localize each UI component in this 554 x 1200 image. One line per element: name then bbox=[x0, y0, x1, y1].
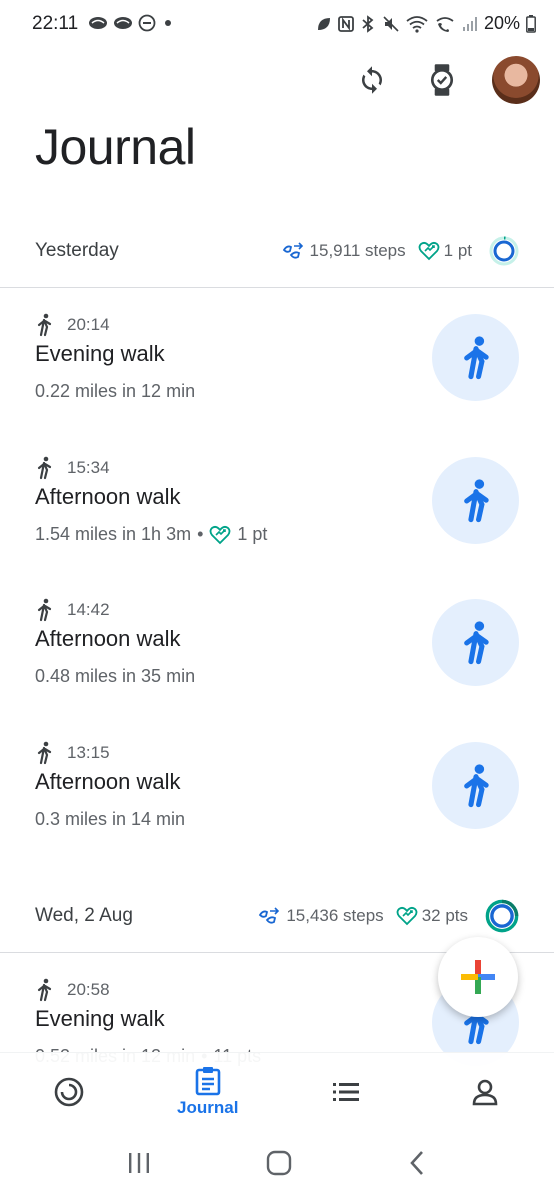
nav-home[interactable] bbox=[0, 1053, 139, 1130]
page-title: Journal bbox=[35, 119, 196, 175]
heart-points-icon bbox=[418, 241, 440, 261]
status-right: 20% bbox=[316, 13, 536, 34]
activity-detail: 0.48 miles in 35 min bbox=[35, 666, 196, 686]
home-square-icon bbox=[266, 1150, 292, 1175]
battery-percentage: 20% bbox=[483, 13, 520, 33]
activity-detail: 1.54 miles in 1h 3m bbox=[35, 524, 192, 544]
sync-icon bbox=[362, 66, 382, 94]
top-actions bbox=[352, 54, 540, 106]
heart-points-stat: 32 pts bbox=[396, 906, 468, 926]
watch-button[interactable] bbox=[422, 60, 462, 100]
activity-time: 20:58 bbox=[67, 980, 110, 999]
day-stats: 15,911 steps 1 pt bbox=[282, 235, 520, 267]
avatar[interactable] bbox=[492, 56, 540, 104]
walking-icon bbox=[463, 620, 489, 664]
activity-badge bbox=[432, 314, 519, 401]
signal-icon bbox=[462, 16, 477, 31]
status-left-icons bbox=[88, 14, 175, 32]
activity-title: Evening walk bbox=[35, 1006, 165, 1031]
recent-apps-icon bbox=[129, 1152, 150, 1173]
activity-time: 14:42 bbox=[67, 600, 110, 619]
back-chevron-icon bbox=[409, 1150, 423, 1175]
steps-icon bbox=[259, 907, 280, 924]
activity-item[interactable]: 13:15 Afternoon walk 0.3 miles in 14 min bbox=[0, 741, 554, 871]
battery-icon bbox=[526, 14, 536, 33]
day-steps: 15,911 steps bbox=[309, 241, 406, 260]
do-not-disturb-icon bbox=[138, 14, 156, 32]
day-header: Yesterday 15,911 steps 1 pt bbox=[0, 221, 554, 281]
activity-time: 20:14 bbox=[67, 315, 110, 334]
home-button[interactable] bbox=[266, 1150, 292, 1181]
notification-icon bbox=[89, 17, 107, 29]
day-heart-points: 32 pts bbox=[421, 906, 468, 925]
activity-title: Afternoon walk bbox=[35, 769, 181, 794]
activity-badge bbox=[432, 457, 519, 544]
nav-profile[interactable] bbox=[416, 1053, 554, 1130]
activity-title: Evening walk bbox=[35, 341, 165, 366]
bluetooth-icon bbox=[362, 14, 374, 33]
divider bbox=[0, 287, 554, 288]
nfc-icon bbox=[338, 15, 354, 32]
status-time: 22:11 bbox=[32, 13, 79, 34]
activity-title: Afternoon walk bbox=[35, 484, 181, 509]
walking-icon bbox=[463, 478, 489, 522]
walking-icon bbox=[463, 763, 489, 807]
separator-dot: • bbox=[197, 524, 204, 544]
heart-points-icon bbox=[209, 525, 231, 544]
walking-icon bbox=[463, 335, 489, 379]
activity-item[interactable]: 14:42 Afternoon walk 0.48 miles in 35 mi… bbox=[0, 598, 554, 728]
plus-icon bbox=[461, 960, 495, 994]
home-ring-icon bbox=[54, 1077, 84, 1106]
list-icon bbox=[333, 1082, 360, 1101]
profile-icon bbox=[472, 1079, 498, 1105]
walking-icon bbox=[37, 456, 52, 480]
activity-points: 1 pt bbox=[237, 524, 268, 544]
day-label: Wed, 2 Aug bbox=[35, 905, 133, 926]
back-button[interactable] bbox=[407, 1150, 427, 1181]
wifi-calling-icon bbox=[436, 16, 454, 32]
activity-item[interactable]: 20:14 Evening walk 0.22 miles in 12 min bbox=[0, 313, 554, 443]
steps-icon bbox=[282, 242, 303, 259]
activity-time: 15:34 bbox=[67, 458, 110, 477]
activity-title: Afternoon walk bbox=[35, 626, 181, 651]
heart-points-icon bbox=[396, 906, 418, 926]
goal-ring-icon bbox=[489, 236, 519, 266]
notification-icon bbox=[114, 17, 132, 29]
wifi-icon bbox=[406, 15, 428, 33]
recent-apps-button[interactable] bbox=[127, 1151, 151, 1180]
mute-icon bbox=[383, 15, 399, 32]
sync-button[interactable] bbox=[352, 60, 392, 100]
activity-detail: 0.22 miles in 12 min bbox=[35, 381, 196, 401]
activity-badge bbox=[432, 742, 519, 829]
bottom-nav: Journal bbox=[0, 1052, 554, 1130]
day-steps: 15,436 steps bbox=[286, 906, 384, 925]
walking-icon bbox=[37, 978, 52, 1002]
status-bar: 22:11 20% bbox=[0, 0, 554, 48]
heart-points-stat: 1 pt bbox=[418, 241, 472, 261]
day-heart-points: 1 pt bbox=[443, 241, 472, 260]
nav-journal[interactable]: Journal bbox=[139, 1053, 278, 1130]
activity-time: 13:15 bbox=[67, 743, 110, 762]
journal-icon bbox=[195, 1066, 221, 1095]
watch-check-icon bbox=[430, 64, 454, 96]
day-label: Yesterday bbox=[35, 240, 119, 261]
day-stats: 15,436 steps 32 pts bbox=[258, 898, 520, 934]
add-activity-button[interactable] bbox=[438, 937, 518, 1017]
nav-journal-label: Journal bbox=[177, 1097, 239, 1117]
activity-badge bbox=[432, 599, 519, 686]
leaf-icon bbox=[317, 17, 330, 30]
more-dot-icon bbox=[165, 20, 171, 26]
walking-icon bbox=[37, 598, 52, 622]
nav-browse[interactable] bbox=[277, 1053, 416, 1130]
activity-item[interactable]: 15:34 Afternoon walk 1.54 miles in 1h 3m… bbox=[0, 456, 554, 586]
system-nav-bar bbox=[0, 1130, 554, 1200]
walking-icon bbox=[37, 741, 52, 765]
walking-icon bbox=[37, 313, 52, 337]
goal-ring-icon bbox=[485, 899, 519, 933]
activity-detail: 0.3 miles in 14 min bbox=[35, 809, 186, 829]
